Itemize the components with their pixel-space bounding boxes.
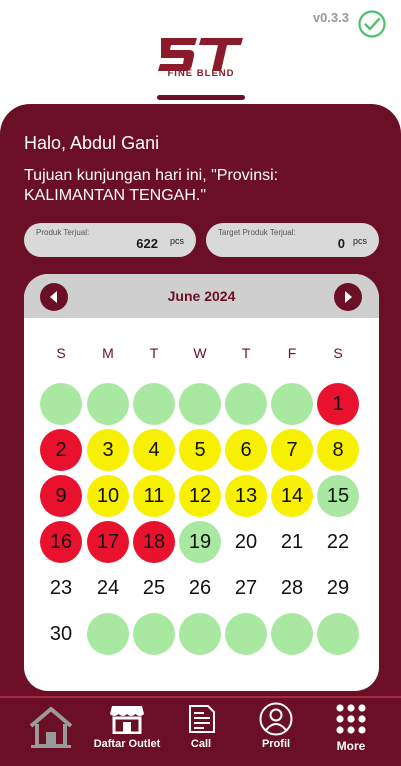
weekday-label: T (149, 345, 159, 361)
calendar-day-23[interactable]: 23 (40, 567, 82, 609)
version-label: v0.3.3 (312, 10, 349, 25)
app-screen: v0.3.3 FINE BLEND Halo, Abdul Gani Tujua… (0, 0, 401, 766)
calendar-day-placeholder (317, 613, 359, 655)
calendar-day-placeholder (179, 383, 221, 425)
target-sold-card: Target Produk Terjual: 0 pcs (206, 223, 379, 257)
calendar-day-16[interactable]: 16 (40, 521, 82, 563)
calendar-day-27[interactable]: 27 (225, 567, 267, 609)
calendar-day-placeholder (271, 383, 313, 425)
calendar-day-placeholder (133, 613, 175, 655)
calendar-day-7[interactable]: 7 (271, 429, 313, 471)
weekday-label: F (287, 345, 297, 361)
calendar-day-5[interactable]: 5 (179, 429, 221, 471)
calendar-day-10[interactable]: 10 (87, 475, 129, 517)
calendar-day-placeholder (87, 383, 129, 425)
calendar-day-25[interactable]: 25 (133, 567, 175, 609)
target-sold-label: Target Produk Terjual: (218, 228, 296, 237)
calendar-day-14[interactable]: 14 (271, 475, 313, 517)
calendar-day-21[interactable]: 21 (271, 521, 313, 563)
visit-target-text: Tujuan kunjungan hari ini, "Provinsi: KA… (24, 167, 279, 204)
products-sold-unit: pcs (169, 236, 184, 246)
nav-daftar-outlet-label: Daftar Outlet (93, 738, 161, 750)
calendar-day-9[interactable]: 9 (40, 475, 82, 517)
calendar-day-17[interactable]: 17 (87, 521, 129, 563)
store-icon (110, 706, 144, 734)
weekday-label: S (56, 345, 66, 361)
calendar-day-placeholder (225, 613, 267, 655)
bottom-nav: Daftar Outlet Call Profil More (0, 696, 401, 766)
weekday-label: M (102, 345, 114, 361)
home-icon (29, 707, 73, 748)
weekday-label: T (241, 345, 251, 361)
calendar-day-3[interactable]: 3 (87, 429, 129, 471)
calendar-day-18[interactable]: 18 (133, 521, 175, 563)
nav-more[interactable]: More (320, 698, 382, 766)
calendar-day-29[interactable]: 29 (317, 567, 359, 609)
calendar-day-placeholder (225, 383, 267, 425)
target-sold-unit: pcs (352, 236, 367, 246)
calendar-day-26[interactable]: 26 (179, 567, 221, 609)
check-circle-icon (358, 10, 386, 38)
weekday-label: W (193, 345, 207, 361)
calendar-day-1[interactable]: 1 (317, 383, 359, 425)
calendar-day-placeholder (133, 383, 175, 425)
calendar-day-12[interactable]: 12 (179, 475, 221, 517)
more-grid-icon (336, 704, 366, 734)
chevron-right-icon (345, 291, 352, 303)
nav-profil[interactable]: Profil (244, 698, 308, 766)
calendar-day-4[interactable]: 4 (133, 429, 175, 471)
invoice-icon (189, 705, 215, 733)
calendar-day-24[interactable]: 24 (87, 567, 129, 609)
month-label: June 2024 (167, 288, 236, 304)
calendar-day-placeholder (271, 613, 313, 655)
calendar-day-placeholder (179, 613, 221, 655)
calendar-day-placeholder (87, 613, 129, 655)
weekday-label: S (333, 345, 343, 361)
greeting-text: Halo, Abdul Gani (24, 133, 160, 153)
nav-more-label: More (336, 739, 366, 753)
products-sold-value: 622 (136, 236, 158, 251)
calendar-day-19[interactable]: 19 (179, 521, 221, 563)
nav-home[interactable] (22, 698, 80, 766)
nav-call[interactable]: Call (170, 698, 232, 766)
drag-handle[interactable] (157, 95, 245, 100)
calendar-day-13[interactable]: 13 (225, 475, 267, 517)
calendar-day-8[interactable]: 8 (317, 429, 359, 471)
calendar-day-20[interactable]: 20 (225, 521, 267, 563)
calendar-day-30[interactable]: 30 (40, 613, 82, 655)
target-sold-value: 0 (337, 236, 345, 251)
calendar-day-placeholder (40, 383, 82, 425)
calendar-day-15[interactable]: 15 (317, 475, 359, 517)
calendar-day-22[interactable]: 22 (317, 521, 359, 563)
nav-call-label: Call (190, 738, 212, 750)
calendar-day-2[interactable]: 2 (40, 429, 82, 471)
calendar-header: June 2024 (24, 274, 379, 318)
nav-daftar-outlet[interactable]: Daftar Outlet (88, 698, 166, 766)
products-sold-card: Produk Terjual: 622 pcs (24, 223, 196, 257)
brand-subtitle: FINE BLEND (167, 68, 235, 79)
calendar-day-6[interactable]: 6 (225, 429, 267, 471)
calendar-day-11[interactable]: 11 (133, 475, 175, 517)
next-month-button[interactable] (334, 283, 362, 311)
calendar: June 2024 SMTWTFS 1 2 3 4 5 6 7 8 9 10 11 12 13 14 15 1… (24, 274, 379, 691)
products-sold-label: Produk Terjual: (36, 228, 90, 237)
calendar-day-28[interactable]: 28 (271, 567, 313, 609)
nav-profil-label: Profil (261, 738, 291, 750)
profile-icon (259, 702, 293, 736)
